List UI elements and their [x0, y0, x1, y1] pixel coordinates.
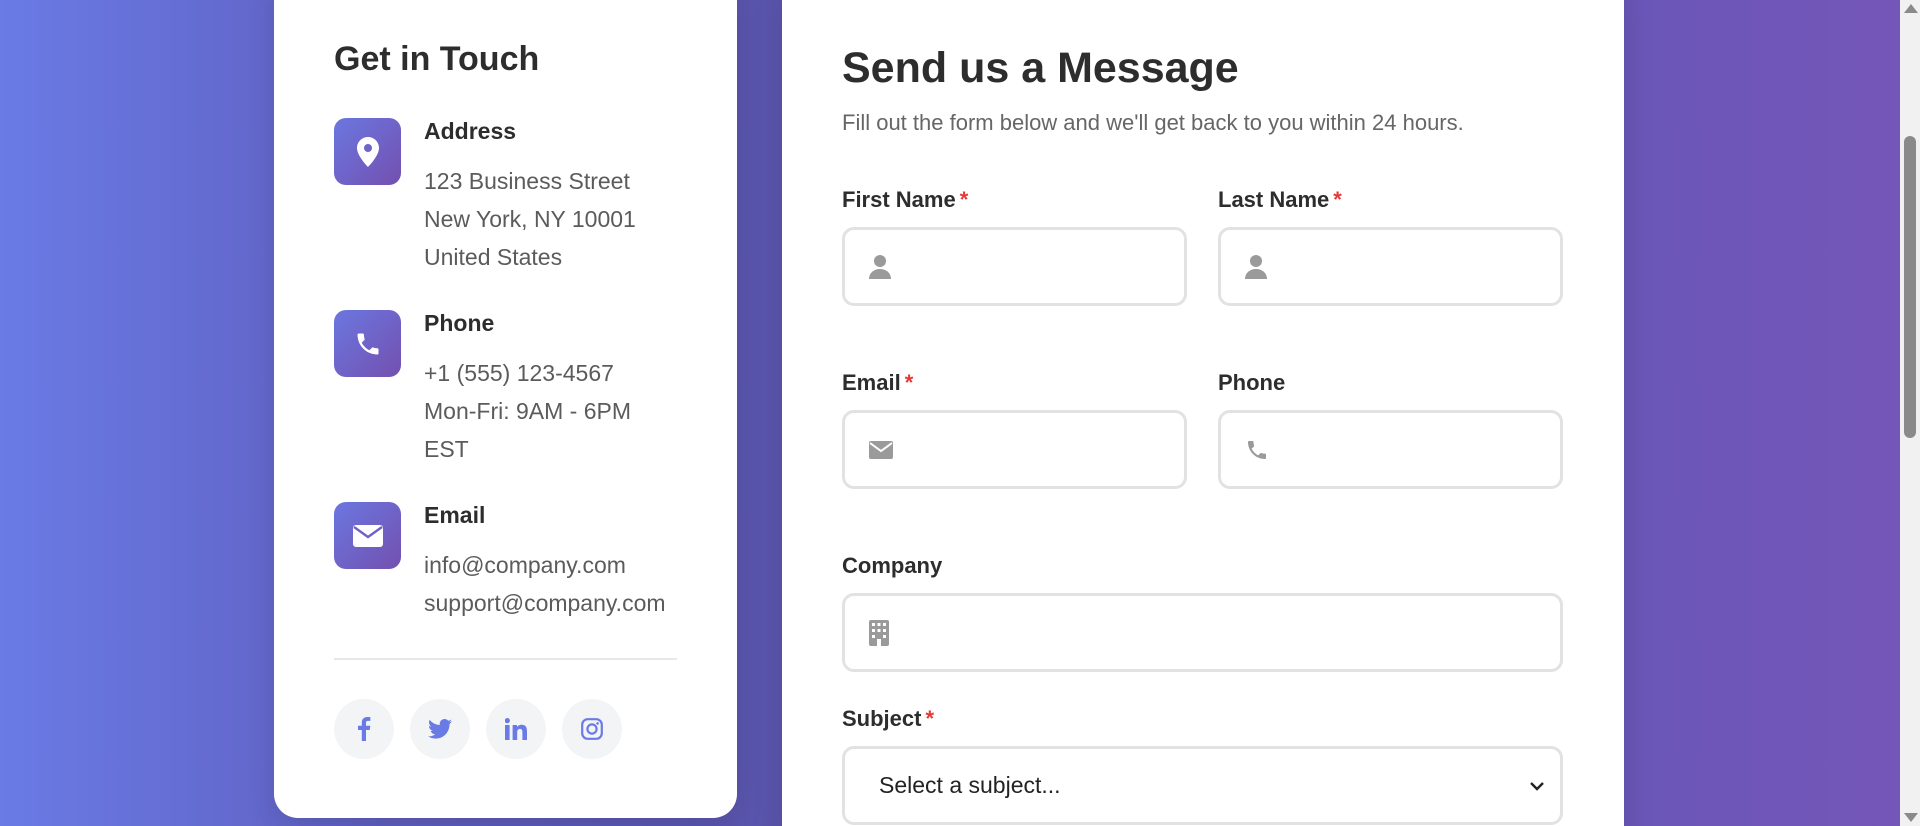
envelope-icon	[334, 502, 401, 569]
subject-select[interactable]: Select a subject...	[842, 746, 1563, 825]
last-name-field[interactable]	[1218, 227, 1563, 306]
instagram-icon	[581, 718, 603, 740]
company-label: Company	[842, 553, 942, 579]
required-mark: *	[959, 187, 969, 212]
user-icon	[869, 254, 891, 279]
phone-label: Phone	[1218, 370, 1285, 396]
scroll-down-arrow-icon[interactable]	[1904, 813, 1918, 822]
address-lines: 123 Business Street New York, NY 10001 U…	[424, 162, 636, 276]
required-mark: *	[925, 706, 935, 731]
address-heading: Address	[424, 118, 517, 144]
address-line: 123 Business Street	[424, 168, 630, 194]
social-links	[334, 699, 622, 759]
email-field[interactable]	[842, 410, 1187, 489]
building-icon	[869, 619, 889, 646]
address-line: United States	[424, 244, 563, 270]
scrollbar-thumb[interactable]	[1904, 136, 1916, 438]
phone-input[interactable]	[1221, 413, 1560, 486]
email-line: info@company.com	[424, 552, 626, 578]
address-item: Address 123 Business Street New York, NY…	[334, 118, 694, 278]
chevron-down-icon	[1530, 781, 1544, 791]
linkedin-link[interactable]	[486, 699, 546, 759]
twitter-icon	[428, 719, 452, 739]
first-name-input[interactable]	[845, 230, 1184, 303]
company-field[interactable]	[842, 593, 1563, 672]
facebook-link[interactable]	[334, 699, 394, 759]
phone-line: +1 (555) 123-4567	[424, 360, 614, 386]
envelope-icon	[869, 440, 893, 459]
email-item: Email info@company.com support@company.c…	[334, 502, 694, 632]
scrollbar[interactable]	[1900, 0, 1920, 826]
contact-form-card: Send us a Message Fill out the form belo…	[782, 0, 1624, 826]
email-label-text: Email	[842, 370, 901, 395]
phone-icon	[334, 310, 401, 377]
phone-label-text: Phone	[1218, 370, 1286, 395]
last-name-input[interactable]	[1221, 230, 1560, 303]
instagram-link[interactable]	[562, 699, 622, 759]
phone-lines: +1 (555) 123-4567 Mon-Fri: 9AM - 6PM EST	[424, 354, 631, 468]
subject-label: Subject *	[842, 706, 934, 732]
phone-field[interactable]	[1218, 410, 1563, 489]
company-label-text: Company	[842, 553, 943, 578]
contact-info-card: Get in Touch Address 123 Business Street…	[274, 0, 737, 818]
map-pin-icon	[334, 118, 401, 185]
scroll-up-arrow-icon[interactable]	[1904, 4, 1918, 13]
phone-line: EST	[424, 436, 469, 462]
required-mark: *	[904, 370, 914, 395]
contact-info-title: Get in Touch	[334, 40, 540, 78]
email-input[interactable]	[845, 413, 1184, 486]
company-input[interactable]	[845, 596, 1560, 669]
email-line: support@company.com	[424, 590, 666, 616]
phone-item: Phone +1 (555) 123-4567 Mon-Fri: 9AM - 6…	[334, 310, 694, 470]
first-name-label: First Name *	[842, 187, 968, 213]
email-label: Email *	[842, 370, 913, 396]
form-title: Send us a Message	[842, 44, 1239, 92]
linkedin-icon	[505, 718, 527, 740]
subject-label-text: Subject	[842, 706, 922, 731]
facebook-icon	[357, 717, 371, 741]
last-name-label-text: Last Name	[1218, 187, 1330, 212]
email-lines: info@company.com support@company.com	[424, 546, 666, 622]
last-name-label: Last Name *	[1218, 187, 1342, 213]
twitter-link[interactable]	[410, 699, 470, 759]
subject-selected-value: Select a subject...	[879, 772, 1061, 798]
first-name-field[interactable]	[842, 227, 1187, 306]
divider	[334, 658, 677, 660]
phone-line: Mon-Fri: 9AM - 6PM	[424, 398, 632, 424]
user-icon	[1245, 254, 1267, 279]
required-mark: *	[1333, 187, 1342, 212]
first-name-label-text: First Name	[842, 187, 956, 212]
address-line: New York, NY 10001	[424, 206, 636, 232]
phone-heading: Phone	[424, 310, 495, 336]
email-heading: Email	[424, 502, 486, 528]
phone-icon	[1245, 438, 1269, 462]
form-subtitle: Fill out the form below and we'll get ba…	[842, 110, 1464, 135]
